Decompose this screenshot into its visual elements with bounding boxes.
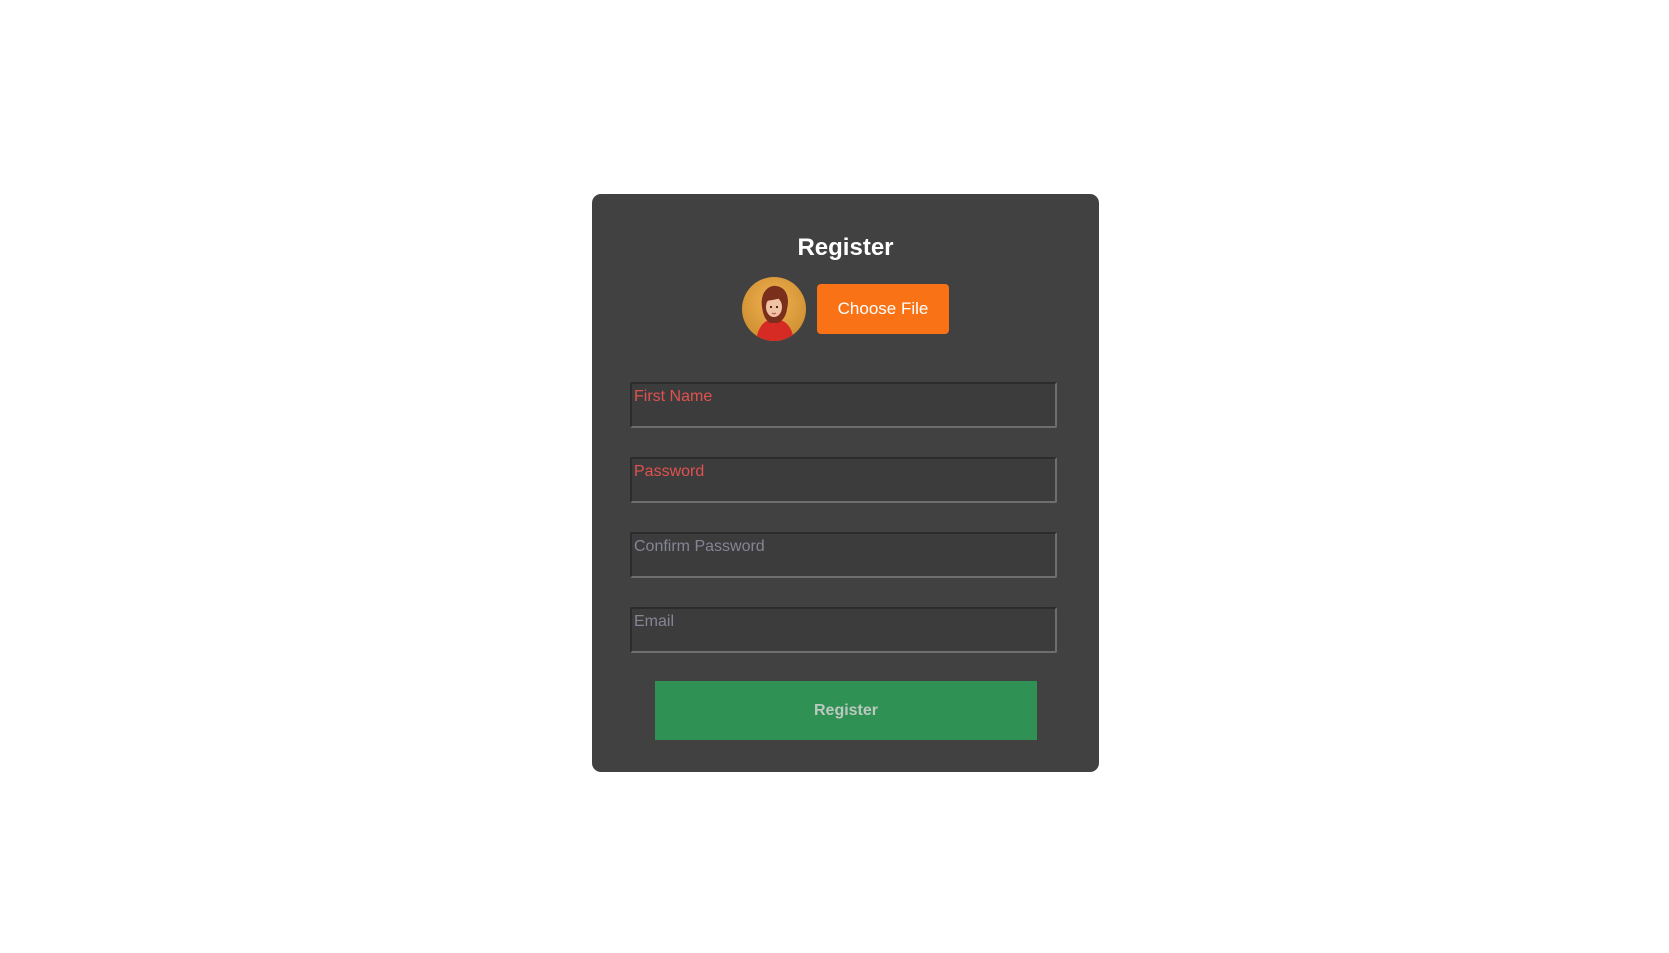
- password-field: [630, 457, 1057, 503]
- first-name-field: [630, 382, 1057, 428]
- avatar-row: Choose File: [592, 277, 1099, 341]
- confirm-password-field: [630, 532, 1057, 578]
- avatar: [741, 277, 806, 341]
- first-name-input[interactable]: [634, 384, 1055, 426]
- form-title: Register: [797, 234, 894, 261]
- choose-file-button[interactable]: Choose File: [816, 284, 950, 334]
- register-button[interactable]: Register: [655, 681, 1037, 740]
- email-field: [630, 607, 1057, 653]
- confirm-password-input[interactable]: [634, 534, 1055, 576]
- email-input[interactable]: [634, 609, 1055, 651]
- register-card: Register Choose File First Name Email Re…: [592, 194, 1099, 772]
- password-input[interactable]: [634, 459, 1055, 501]
- profile-photo-icon: [741, 277, 806, 341]
